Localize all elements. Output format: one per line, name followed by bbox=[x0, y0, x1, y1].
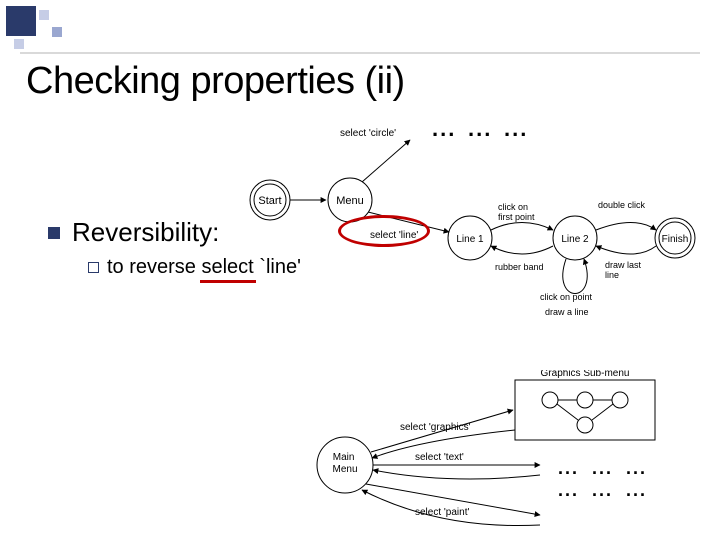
ellipsis: ... bbox=[558, 480, 579, 501]
subbullet-icon bbox=[88, 262, 99, 273]
ellipsis: ... bbox=[504, 116, 528, 142]
slide-title: Checking properties (ii) bbox=[26, 60, 405, 103]
deco-square-large bbox=[6, 6, 36, 36]
red-highlight-oval bbox=[338, 215, 430, 247]
bullet-text: Reversibility: bbox=[72, 217, 219, 248]
ellipsis: ... bbox=[626, 458, 647, 479]
diagram-bottom: Main Menu Graphics Sub-menu select 'grap… bbox=[300, 370, 710, 540]
node-line1: Line 1 bbox=[456, 234, 484, 245]
deco-square-small bbox=[39, 10, 49, 20]
node-finish: Finish bbox=[662, 234, 689, 245]
submenu-title: Graphics Sub-menu bbox=[541, 370, 630, 379]
ellipsis: ... bbox=[432, 116, 456, 142]
deco-square-small bbox=[52, 27, 62, 37]
edge-select-graphics: select 'graphics' bbox=[400, 422, 471, 433]
edge-click-point: click on point bbox=[540, 292, 593, 302]
node-menu: Menu bbox=[336, 195, 364, 207]
bullet-reversibility: Reversibility: bbox=[48, 217, 219, 248]
bullet-icon bbox=[48, 227, 60, 239]
edge-draw-last: draw last line bbox=[605, 260, 644, 280]
edge-select-circle: select 'circle' bbox=[340, 128, 396, 139]
node-main-menu: Main Menu bbox=[332, 452, 357, 475]
edge-rubber-band: rubber band bbox=[495, 262, 544, 272]
ellipsis: ... bbox=[558, 458, 579, 479]
horizontal-rule bbox=[20, 52, 700, 54]
ellipsis: ... bbox=[626, 480, 647, 501]
node-line2: Line 2 bbox=[561, 234, 589, 245]
edge-draw-line: draw a line bbox=[545, 307, 589, 317]
deco-square-small bbox=[14, 39, 24, 49]
edge-select-text: select 'text' bbox=[415, 452, 464, 463]
edge-select-paint: select 'paint' bbox=[415, 507, 469, 518]
node-start: Start bbox=[258, 195, 281, 207]
edge-click-first: click on first point bbox=[498, 202, 535, 222]
ellipsis: ... bbox=[592, 480, 613, 501]
ellipsis: ... bbox=[592, 458, 613, 479]
edge-double-click: double click bbox=[598, 200, 646, 210]
ellipsis: ... bbox=[468, 116, 492, 142]
